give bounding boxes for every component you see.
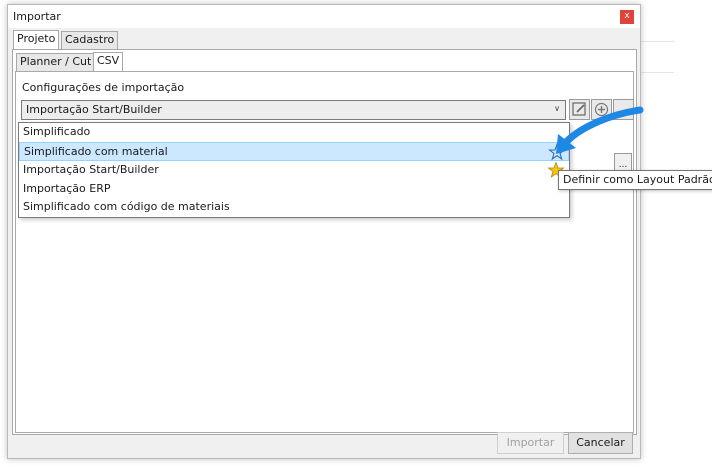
dropdown-item-label: Simplificado com material — [24, 145, 168, 158]
tab-csv[interactable]: CSV — [93, 52, 124, 71]
import-config-select[interactable]: Importação Start/Builder ∨ — [21, 100, 566, 120]
cancel-button-label: Cancelar — [576, 436, 625, 449]
import-dialog: Importar x Projeto Cadastro Planner / Cu… — [7, 4, 641, 459]
dropdown-item[interactable]: Simplificado — [19, 123, 569, 142]
tab-label: Projeto — [17, 32, 56, 45]
import-button-label: Importar — [506, 436, 555, 449]
dropdown-item[interactable]: Simplificado com código de materiais — [19, 198, 569, 217]
tab-label: Cadastro — [65, 33, 115, 46]
tooltip-text: Definir como Layout Padrão — [563, 173, 712, 186]
dropdown-item-label: Simplificado com código de materiais — [23, 200, 230, 213]
tab-cadastro[interactable]: Cadastro — [61, 31, 119, 49]
tab-label: CSV — [97, 54, 120, 67]
tab-planner-cut[interactable]: Planner / Cut — [16, 53, 96, 71]
dialog-title: Importar — [13, 10, 61, 23]
dropdown-item-label: Importação Start/Builder — [23, 163, 159, 176]
arrow-pointer-icon — [556, 106, 644, 154]
import-button[interactable]: Importar — [497, 432, 564, 454]
dropdown-item[interactable]: Importação ERP — [19, 180, 569, 199]
close-button[interactable]: x — [620, 10, 634, 24]
tab-projeto[interactable]: Projeto — [13, 30, 60, 49]
tooltip: Definir como Layout Padrão — [558, 170, 712, 190]
dropdown-item[interactable]: Simplificado com material — [19, 142, 569, 161]
config-dropdown-list: Simplificado Simplificado com material I… — [18, 122, 570, 218]
cancel-button[interactable]: Cancelar — [568, 432, 633, 454]
config-label: Configurações de importação — [22, 81, 185, 94]
title-bar: Importar x — [8, 5, 640, 28]
selected-config: Importação Start/Builder — [26, 103, 162, 116]
tab-label: Planner / Cut — [20, 55, 92, 68]
dropdown-item-label: Simplificado — [23, 125, 91, 138]
dropdown-item-label: Importação ERP — [23, 182, 111, 195]
close-icon: x — [624, 11, 630, 21]
dropdown-item[interactable]: Importação Start/Builder — [19, 161, 569, 180]
